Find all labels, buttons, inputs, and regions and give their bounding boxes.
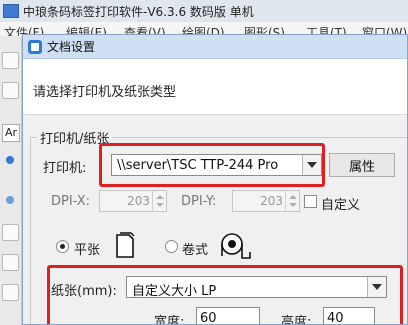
toolbar-button[interactable] <box>2 82 19 99</box>
app-left-toolbar: Ar <box>0 36 22 325</box>
toolbar-dot-icon[interactable] <box>6 196 14 204</box>
flat-paper-label: 平张 <box>74 243 101 258</box>
dpi-y-value: 203 <box>260 194 283 208</box>
spinner-down-icon[interactable] <box>156 203 164 207</box>
properties-button[interactable]: 属性 <box>329 153 395 177</box>
toolbar-dot-icon[interactable] <box>6 156 14 164</box>
toolbar-button[interactable] <box>2 284 19 301</box>
app-logo-icon <box>3 4 19 18</box>
paper-size-select[interactable]: 自定义大小 LP <box>126 276 387 299</box>
height-input[interactable]: 40 <box>323 307 375 324</box>
chevron-down-icon[interactable] <box>367 277 386 297</box>
toolbar-button[interactable] <box>2 52 19 69</box>
document-settings-dialog: 文档设置 请选择打印机及纸张类型 打印机/纸张 打印机: \\server\TS… <box>22 34 408 325</box>
roll-paper-icon <box>221 233 251 259</box>
document-icon <box>28 39 42 54</box>
paper-size-value: 自定义大小 LP <box>132 284 217 299</box>
app-title: 中琅条码标签打印软件-V6.3.6 数码版 单机 <box>23 4 254 19</box>
printer-select-value: \\server\TSC TTP-244 Pro <box>117 158 279 173</box>
dialog-instruction: 请选择打印机及纸张类型 <box>33 85 177 100</box>
toolbar-button[interactable] <box>2 224 19 241</box>
width-input[interactable]: 60 <box>196 307 260 324</box>
dpi-x-label: DPI-X: <box>51 194 91 209</box>
dpi-x-value: 203 <box>127 194 150 208</box>
spinner-buttons[interactable] <box>152 191 166 211</box>
font-name-box[interactable]: Ar <box>2 124 20 142</box>
printer-paper-group-label: 打印机/纸张 <box>37 128 113 147</box>
toolbar-button[interactable] <box>2 254 19 271</box>
chevron-down-icon[interactable] <box>302 155 321 175</box>
spinner-down-icon[interactable] <box>289 203 297 207</box>
roll-paper-label: 卷式 <box>182 243 209 258</box>
flat-paper-icon <box>116 232 135 258</box>
printer-label: 打印机: <box>43 161 87 176</box>
dialog-header: 请选择打印机及纸张类型 <box>23 59 407 115</box>
width-label: 宽度: <box>154 315 185 325</box>
printer-select[interactable]: \\server\TSC TTP-244 Pro <box>111 154 322 176</box>
dpi-x-spinner[interactable]: 203 <box>99 190 167 212</box>
dialog-title-bar[interactable]: 文档设置 <box>23 35 407 59</box>
flat-paper-radio[interactable] <box>56 240 69 253</box>
dpi-y-label: DPI-Y: <box>181 194 217 209</box>
custom-dpi-checkbox[interactable] <box>304 195 317 208</box>
roll-paper-radio[interactable] <box>165 240 178 253</box>
dpi-y-spinner[interactable]: 203 <box>232 190 300 212</box>
spinner-up-icon[interactable] <box>156 195 164 199</box>
dialog-title: 文档设置 <box>47 40 96 54</box>
height-label: 高度: <box>281 315 312 325</box>
spinner-buttons[interactable] <box>285 191 299 211</box>
paper-size-label: 纸张(mm): <box>51 284 117 299</box>
spinner-up-icon[interactable] <box>289 195 297 199</box>
app-title-bar: 中琅条码标签打印软件-V6.3.6 数码版 单机 <box>0 0 408 22</box>
custom-dpi-label: 自定义 <box>321 198 361 213</box>
